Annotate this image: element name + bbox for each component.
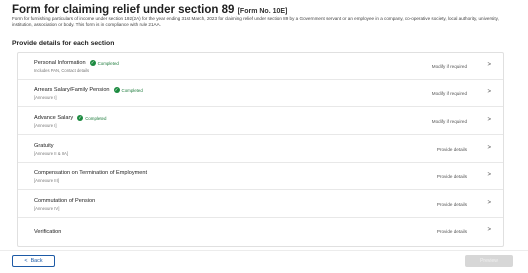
chevron-right-icon[interactable]: > (487, 62, 491, 68)
chevron-right-icon[interactable]: > (487, 200, 491, 206)
form-number: [Form No. 10E] (237, 8, 288, 15)
section-name: Verification (34, 229, 62, 235)
modify-link[interactable]: Modify if required (432, 64, 467, 69)
modify-link[interactable]: Modify if required (432, 91, 467, 96)
section-row-commutation-of-pension[interactable]: Commutation of Pension [Annexure IV] Pro… (18, 191, 503, 218)
check-circle-icon: ✓ (77, 115, 84, 121)
section-name: Commutation of Pension (34, 198, 96, 204)
section-subtitle: Includes PAN, Contact details (34, 68, 90, 73)
preview-button[interactable]: Preview (465, 255, 513, 267)
status-badge: ✓ Completed (89, 60, 119, 66)
check-circle-icon: ✓ (113, 87, 120, 93)
section-subtitle: [Annexure IV] (34, 206, 60, 211)
section-row-personal-information[interactable]: Personal Information ✓ Completed Include… (18, 53, 503, 80)
provide-details-link[interactable]: Provide details (437, 229, 467, 234)
chevron-right-icon[interactable]: > (487, 89, 491, 95)
section-subtitle: [Annexure III] (34, 178, 59, 183)
check-circle-icon: ✓ (89, 60, 96, 66)
status-badge: ✓ Completed (113, 87, 143, 93)
provide-details-link[interactable]: Provide details (437, 202, 467, 207)
page-title: Form for claiming relief under section 8… (12, 4, 288, 16)
section-row-advance-salary[interactable]: Advance Salary ✓ Completed [Annexure I] … (18, 108, 503, 135)
section-heading: Provide details for each section (12, 40, 115, 47)
modify-link[interactable]: Modify if required (432, 119, 467, 124)
section-subtitle: [Annexure I] (34, 123, 57, 128)
sections-list: Personal Information ✓ Completed Include… (17, 52, 504, 247)
section-row-gratuity[interactable]: Gratuity [Annexure II & IIA] Provide det… (18, 136, 503, 163)
back-button[interactable]: < Back (12, 255, 55, 267)
section-name: Compensation on Termination of Employmen… (34, 170, 148, 176)
chevron-right-icon[interactable]: > (487, 117, 491, 123)
section-name: Arrears Salary/Family Pension (34, 87, 110, 93)
footer-divider (0, 250, 528, 251)
chevron-right-icon[interactable]: > (487, 145, 491, 151)
form-description: Form for furnishing particulars of incom… (12, 16, 499, 28)
section-row-arrears-salary[interactable]: Arrears Salary/Family Pension ✓ Complete… (18, 80, 503, 107)
section-name: Gratuity (34, 143, 54, 149)
provide-details-link[interactable]: Provide details (437, 174, 467, 179)
chevron-left-icon: < (24, 258, 28, 264)
section-row-compensation[interactable]: Compensation on Termination of Employmen… (18, 163, 503, 190)
provide-details-link[interactable]: Provide details (437, 147, 467, 152)
section-name: Advance Salary (34, 115, 74, 121)
chevron-right-icon[interactable]: > (487, 172, 491, 178)
section-subtitle: [Annexure II & IIA] (34, 151, 68, 156)
section-subtitle: [Annexure I] (34, 95, 57, 100)
chevron-right-icon[interactable]: > (487, 227, 491, 233)
status-badge: ✓ Completed (77, 115, 107, 121)
section-name: Personal Information (34, 60, 86, 66)
section-row-verification[interactable]: Verification Provide details > (18, 218, 503, 246)
